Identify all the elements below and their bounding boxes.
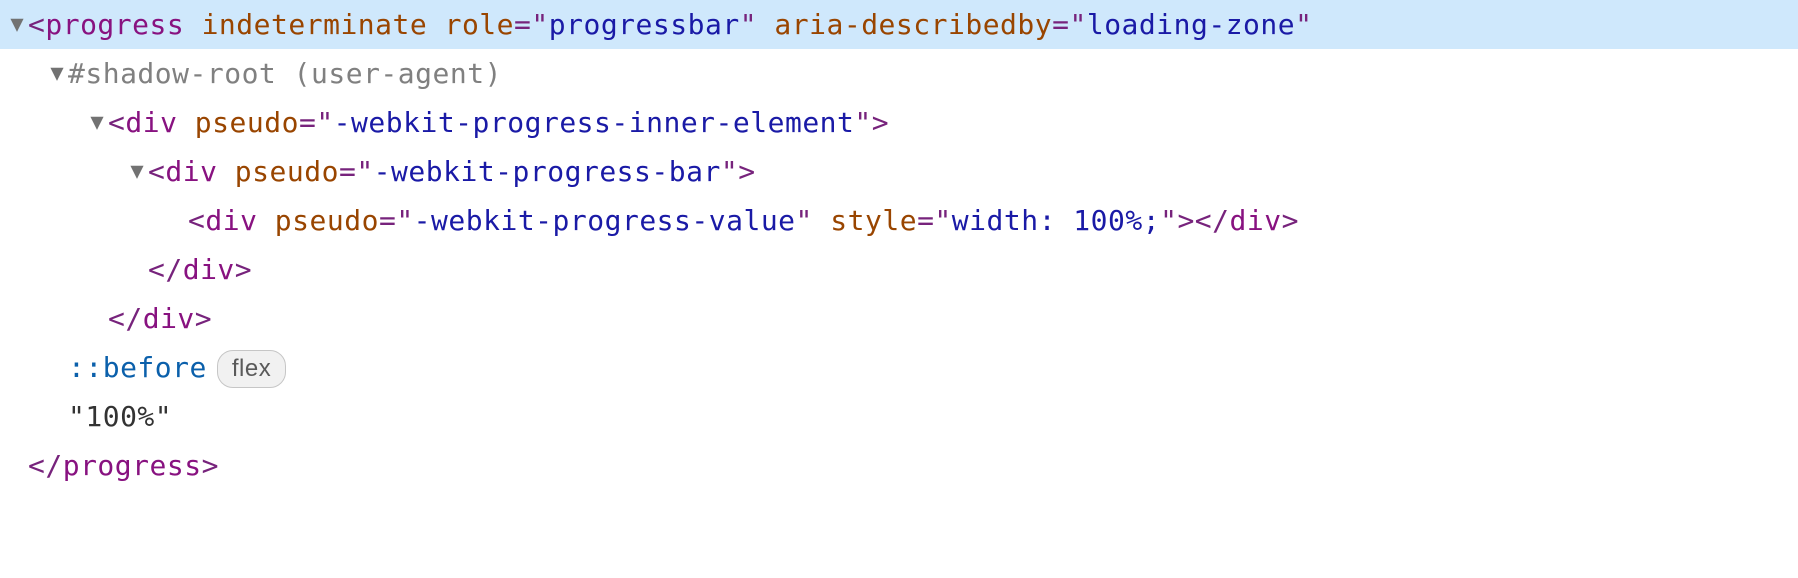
dom-node-div-bar[interactable]: ▼ <div pseudo="-webkit-progress-bar"> xyxy=(0,147,1798,196)
shadow-root-label: #shadow-root (user-agent) xyxy=(68,49,502,98)
expand-arrow-icon[interactable]: ▼ xyxy=(86,112,108,134)
gutter: ▼ xyxy=(6,259,148,281)
gutter: ▼ xyxy=(6,357,68,379)
gutter: ▼ xyxy=(6,112,108,134)
close-tag: progress xyxy=(63,449,202,482)
attr-name: aria-describedby xyxy=(774,8,1052,41)
attr-value: progressbar xyxy=(549,8,740,41)
expand-arrow-icon[interactable]: ▼ xyxy=(46,63,68,85)
attr-value: -webkit-progress-value xyxy=(414,204,796,237)
attr-name: style xyxy=(830,204,917,237)
gutter: ▼ xyxy=(6,406,68,428)
code: <progress indeterminate role="progressba… xyxy=(28,0,1313,49)
close-progress[interactable]: ▼ </progress> xyxy=(0,441,1798,490)
close-tag: div xyxy=(1230,204,1282,237)
attr-name: pseudo xyxy=(275,204,379,237)
text-node[interactable]: ▼ "100%" xyxy=(0,392,1798,441)
expand-arrow-icon[interactable]: ▼ xyxy=(6,14,28,36)
tag-name: progress xyxy=(45,8,184,41)
attr-value: -webkit-progress-bar xyxy=(374,155,721,188)
attr-name: pseudo xyxy=(235,155,339,188)
code: <div pseudo="-webkit-progress-value" sty… xyxy=(188,196,1299,245)
dom-node-div-inner[interactable]: ▼ <div pseudo="-webkit-progress-inner-el… xyxy=(0,98,1798,147)
code: <div pseudo="-webkit-progress-inner-elem… xyxy=(108,98,889,147)
tag-name: div xyxy=(165,155,217,188)
attr-value: -webkit-progress-inner-element xyxy=(334,106,855,139)
gutter: ▼ xyxy=(6,63,68,85)
gutter: ▼ xyxy=(6,455,28,477)
attr-value: width: 100%; xyxy=(952,204,1160,237)
pseudo-before-node[interactable]: ▼ ::before flex xyxy=(0,343,1798,392)
code: </progress> xyxy=(28,441,219,490)
dom-node-progress[interactable]: ▼ <progress indeterminate role="progress… xyxy=(0,0,1798,49)
text-content: "100%" xyxy=(68,392,172,441)
attr-name: pseudo xyxy=(195,106,299,139)
close-tag: div xyxy=(143,302,195,335)
code: </div> xyxy=(148,245,252,294)
attr-value: loading-zone xyxy=(1087,8,1295,41)
display-badge: flex xyxy=(217,350,286,387)
code: </div> xyxy=(108,294,212,343)
tag-name: div xyxy=(205,204,257,237)
close-tag: div xyxy=(183,253,235,286)
gutter: ▼ xyxy=(6,161,148,183)
gutter: ▼ xyxy=(6,308,108,330)
pseudo-element: ::before xyxy=(68,351,207,384)
close-div-inner[interactable]: ▼ </div> xyxy=(0,294,1798,343)
attr-name: role xyxy=(445,8,514,41)
dom-node-div-value[interactable]: ▼ <div pseudo="-webkit-progress-value" s… xyxy=(0,196,1798,245)
tag-name: div xyxy=(125,106,177,139)
code: ::before flex xyxy=(68,343,286,392)
expand-arrow-icon[interactable]: ▼ xyxy=(126,161,148,183)
gutter: ▼ xyxy=(6,210,188,232)
close-div-bar[interactable]: ▼ </div> xyxy=(0,245,1798,294)
gutter: ▼ xyxy=(6,14,28,36)
shadow-root-node[interactable]: ▼ #shadow-root (user-agent) xyxy=(0,49,1798,98)
code: <div pseudo="-webkit-progress-bar"> xyxy=(148,147,756,196)
attr-name: indeterminate xyxy=(202,8,428,41)
